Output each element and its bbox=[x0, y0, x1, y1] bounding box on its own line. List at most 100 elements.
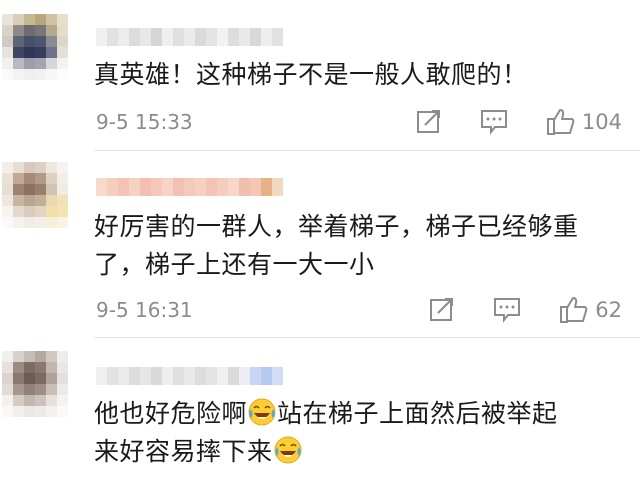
avatar-pixel bbox=[46, 173, 57, 184]
comment-button[interactable] bbox=[480, 109, 508, 135]
username-pixel bbox=[96, 367, 107, 385]
comment-line: 他也好危险啊 站在梯子上面然后被举起 bbox=[94, 399, 558, 428]
avatar-pixel bbox=[35, 195, 46, 206]
avatar-pixel bbox=[35, 36, 46, 47]
username-pixel bbox=[96, 28, 107, 46]
divider bbox=[94, 150, 640, 151]
comment-actions: 104 bbox=[378, 108, 622, 136]
username-pixel bbox=[173, 28, 184, 46]
thumbs-up-icon bbox=[546, 109, 575, 135]
avatar-pixel bbox=[46, 184, 57, 195]
username-pixel bbox=[261, 28, 272, 46]
username-pixel bbox=[151, 28, 162, 46]
username-blurred[interactable] bbox=[96, 367, 283, 385]
avatar-pixel bbox=[2, 25, 13, 36]
avatar-pixel bbox=[24, 195, 35, 206]
avatar-pixel bbox=[46, 206, 57, 217]
avatar-pixel bbox=[57, 384, 68, 395]
username-pixel bbox=[228, 28, 239, 46]
username-pixel bbox=[239, 28, 250, 46]
comment-item: 他也好危险啊 站在梯子上面然后被举起 来好容易摔下来 bbox=[0, 339, 640, 486]
avatar-pixel bbox=[57, 58, 68, 69]
avatar-pixel bbox=[24, 173, 35, 184]
comment-text: 他也好危险啊 站在梯子上面然后被举起 来好容易摔下来 bbox=[94, 395, 620, 471]
avatar-pixel bbox=[24, 217, 35, 228]
avatar-pixel bbox=[13, 184, 24, 195]
username-pixel bbox=[228, 367, 239, 385]
username-pixel bbox=[250, 28, 261, 46]
avatar-pixel bbox=[2, 58, 13, 69]
avatar-pixel bbox=[2, 206, 13, 217]
username-blurred[interactable] bbox=[96, 178, 283, 196]
avatar-pixel bbox=[46, 47, 57, 58]
avatar-pixel bbox=[2, 184, 13, 195]
avatar-pixel bbox=[2, 362, 13, 373]
thumbs-up-icon bbox=[560, 297, 588, 323]
username-pixel bbox=[118, 28, 129, 46]
avatar-pixel bbox=[13, 406, 24, 417]
username-pixel bbox=[250, 178, 261, 196]
username-pixel bbox=[239, 367, 250, 385]
like-button[interactable]: 62 bbox=[559, 296, 622, 324]
avatar[interactable] bbox=[2, 14, 68, 80]
avatar-pixel bbox=[35, 69, 46, 80]
avatar-pixel bbox=[2, 173, 13, 184]
avatar-pixel bbox=[24, 384, 35, 395]
avatar[interactable] bbox=[2, 351, 68, 417]
username-pixel bbox=[173, 367, 184, 385]
avatar-pixel bbox=[35, 351, 46, 362]
username-pixel bbox=[129, 178, 140, 196]
avatar-pixel bbox=[2, 384, 13, 395]
avatar-pixel bbox=[24, 351, 35, 362]
username-pixel bbox=[129, 28, 140, 46]
avatar-pixel bbox=[2, 406, 13, 417]
username-pixel bbox=[118, 367, 129, 385]
avatar-pixel bbox=[2, 47, 13, 58]
comment-button[interactable] bbox=[493, 297, 521, 323]
avatar-pixel bbox=[24, 362, 35, 373]
username-pixel bbox=[151, 178, 162, 196]
avatar-pixel bbox=[24, 14, 35, 25]
avatar-pixel bbox=[57, 362, 68, 373]
username-pixel bbox=[217, 367, 228, 385]
username-pixel bbox=[118, 178, 129, 196]
comment-line: 了，梯子上还有一大一小 bbox=[94, 250, 375, 279]
avatar-pixel bbox=[46, 14, 57, 25]
avatar-pixel bbox=[13, 351, 24, 362]
avatar-pixel bbox=[24, 47, 35, 58]
username-pixel bbox=[239, 178, 250, 196]
avatar-pixel bbox=[35, 395, 46, 406]
avatar-pixel bbox=[57, 351, 68, 362]
avatar-pixel bbox=[46, 395, 57, 406]
avatar-pixel bbox=[35, 173, 46, 184]
avatar-pixel bbox=[35, 58, 46, 69]
avatar-pixel bbox=[46, 217, 57, 228]
username-blurred[interactable] bbox=[96, 28, 283, 46]
avatar-pixel bbox=[24, 25, 35, 36]
avatar-pixel bbox=[24, 58, 35, 69]
avatar-pixel bbox=[57, 162, 68, 173]
comment-time: 9-5 15:33 bbox=[96, 110, 193, 134]
repost-icon bbox=[430, 298, 454, 321]
avatar-pixel bbox=[57, 184, 68, 195]
avatar-pixel bbox=[35, 373, 46, 384]
avatar-pixel bbox=[57, 373, 68, 384]
username-pixel bbox=[184, 367, 195, 385]
avatar-pixel bbox=[2, 162, 13, 173]
avatar-pixel bbox=[24, 373, 35, 384]
repost-button[interactable] bbox=[416, 109, 442, 135]
avatar-pixel bbox=[57, 36, 68, 47]
avatar[interactable] bbox=[2, 162, 68, 228]
username-pixel bbox=[206, 367, 217, 385]
avatar-pixel bbox=[24, 162, 35, 173]
avatar-pixel bbox=[57, 69, 68, 80]
repost-button[interactable] bbox=[429, 297, 455, 323]
like-button[interactable]: 104 bbox=[546, 108, 622, 136]
username-pixel bbox=[107, 28, 118, 46]
avatar-pixel bbox=[46, 69, 57, 80]
avatar-pixel bbox=[35, 47, 46, 58]
username-pixel bbox=[272, 367, 283, 385]
comment-item: 好厉害的一群人，举着梯子，梯子已经够重 了，梯子上还有一大一小 9-5 16:31… bbox=[0, 152, 640, 337]
avatar-pixel bbox=[13, 69, 24, 80]
avatar-pixel bbox=[57, 206, 68, 217]
